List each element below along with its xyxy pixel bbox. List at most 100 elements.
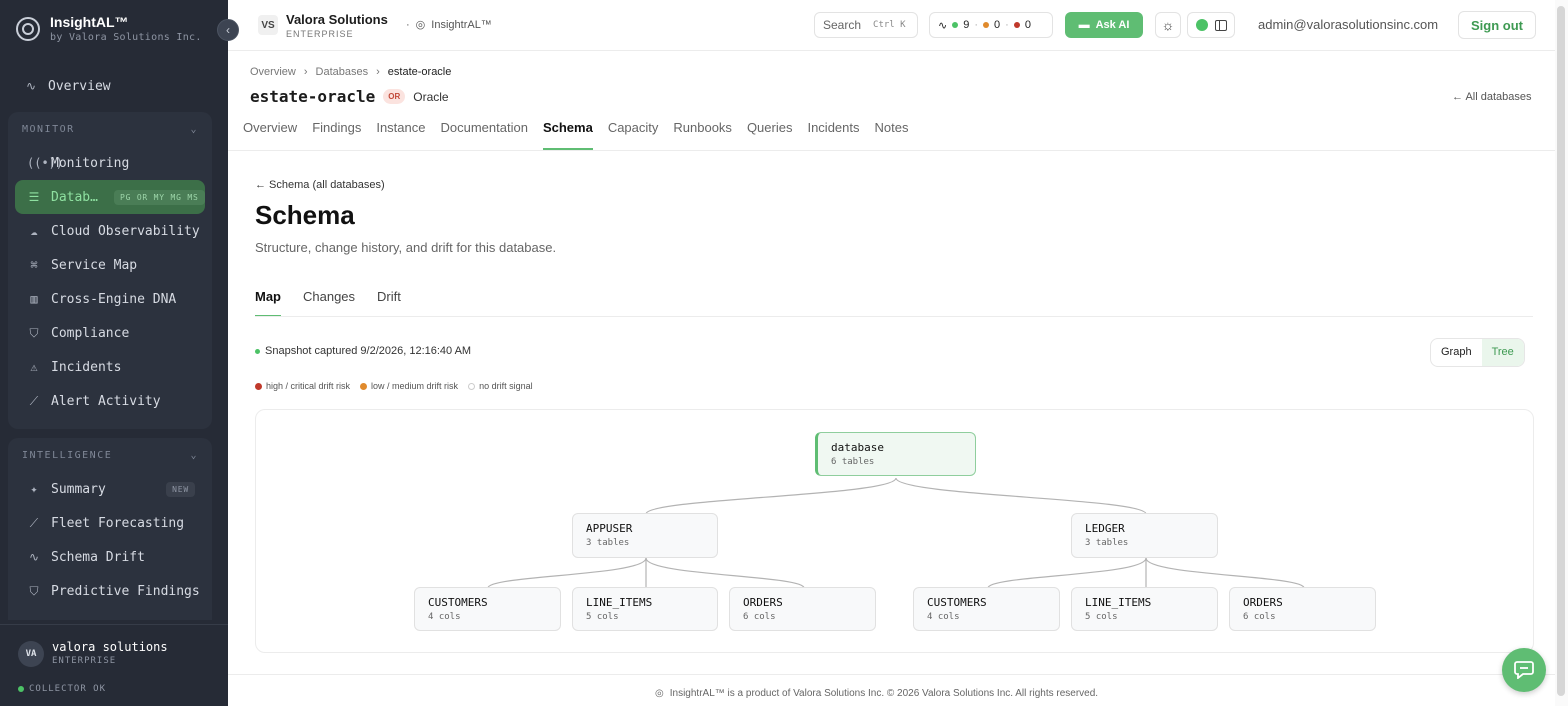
- all-databases-link[interactable]: ← All databases: [1452, 91, 1532, 103]
- tree-view-button[interactable]: Tree: [1481, 339, 1524, 366]
- node-name: CUSTOMERS: [927, 596, 987, 609]
- tab-schema[interactable]: Schema: [542, 113, 593, 150]
- pulse-icon: ∿: [28, 550, 40, 564]
- separator-dot: ·: [1005, 19, 1009, 31]
- graph-view-button[interactable]: Graph: [1431, 339, 1482, 366]
- node-name: LINE_ITEMS: [1085, 596, 1152, 609]
- breadcrumb-overview[interactable]: Overview: [250, 66, 296, 78]
- chevron-down-icon: ⌄: [190, 449, 198, 461]
- trend-icon: ⟋: [29, 515, 39, 530]
- brand-name: InsightAL™: [50, 14, 129, 30]
- tab-incidents[interactable]: Incidents: [807, 113, 859, 150]
- status-dot-icon: [18, 686, 24, 692]
- engine-badge: OR: [383, 89, 406, 104]
- logo-icon: [16, 16, 40, 41]
- avatar[interactable]: VA: [18, 641, 44, 667]
- collapse-sidebar-button[interactable]: ‹: [217, 19, 239, 41]
- sidebar-item-label: Compliance: [51, 325, 130, 341]
- footer-copyright: InsightrAL™ is a product of Valora Solut…: [669, 688, 1099, 699]
- breadcrumb-databases[interactable]: Databases: [316, 66, 369, 78]
- sidebar-item-compliance[interactable]: ⛉ Compliance: [15, 316, 205, 350]
- back-to-schema-link[interactable]: ← Schema (all databases): [255, 179, 385, 191]
- sidebar-footer: VA valora solutions ENTERPRISE COLLECTOR…: [0, 624, 228, 706]
- pulse-icon: ∿: [25, 79, 37, 93]
- chat-support-button[interactable]: [1502, 648, 1546, 692]
- tab-documentation[interactable]: Documentation: [440, 113, 527, 150]
- tree-node-root[interactable]: database 6 tables: [815, 432, 976, 476]
- shield-icon: ⛉: [29, 325, 39, 340]
- sidebar-item-cloud-observability[interactable]: ☁ Cloud Observability: [15, 214, 205, 248]
- monitor-group: MONITOR ⌄ ((•)) Monitoring ☰ Datab… PG O…: [8, 112, 212, 429]
- tree-node-table[interactable]: LINE_ITEMS 5 cols: [572, 587, 718, 631]
- tree-node-table[interactable]: LINE_ITEMS 5 cols: [1071, 587, 1218, 631]
- intelligence-group-header[interactable]: INTELLIGENCE ⌄: [8, 438, 212, 472]
- sidebar-item-predictive-findings[interactable]: ⛉ Predictive Findings: [15, 574, 205, 608]
- tree-node-table[interactable]: ORDERS 6 cols: [1229, 587, 1376, 631]
- sidebar-item-fleet-forecasting[interactable]: ⟋ Fleet Forecasting: [15, 506, 205, 540]
- scrollbar-thumb[interactable]: [1557, 6, 1565, 696]
- product-logo-icon: ◎: [415, 19, 426, 31]
- schema-tabs: Map Changes Drift: [255, 287, 401, 317]
- divider: [255, 316, 1533, 317]
- sidebar-item-label: Predictive Findings: [51, 583, 200, 599]
- tab-overview[interactable]: Overview: [243, 113, 297, 150]
- sidebar-item-databases[interactable]: ☰ Datab… PG OR MY MG MS: [15, 180, 205, 214]
- user-tier: ENTERPRISE: [52, 656, 117, 666]
- sidebar-item-schema-drift[interactable]: ∿ Schema Drift: [15, 540, 205, 574]
- tab-instance[interactable]: Instance: [376, 113, 425, 150]
- tab-findings[interactable]: Findings: [312, 113, 361, 150]
- tree-node-table[interactable]: ORDERS 6 cols: [729, 587, 876, 631]
- sidebar-item-alert-activity[interactable]: ⟋ Alert Activity: [15, 384, 205, 418]
- sidebar-item-label: Alert Activity: [51, 393, 161, 409]
- org-name[interactable]: Valora Solutions: [286, 12, 388, 27]
- status-summary[interactable]: ∿ 9 · 0 · 0: [929, 12, 1053, 38]
- search-button[interactable]: Search Ctrl K: [814, 12, 918, 38]
- tab-runbooks[interactable]: Runbooks: [673, 113, 732, 150]
- sidebar-item-service-map[interactable]: ⌘ Service Map: [15, 248, 205, 282]
- tab-map[interactable]: Map: [255, 287, 281, 317]
- sidebar-item-incidents[interactable]: ⚠ Incidents: [15, 350, 205, 384]
- drift-legend: high / critical drift risk low / medium …: [255, 381, 533, 391]
- database-name: estate-oracle: [250, 87, 376, 106]
- org-tier: ENTERPRISE: [286, 29, 354, 39]
- tab-changes[interactable]: Changes: [303, 287, 355, 317]
- collector-status: COLLECTOR OK: [18, 684, 106, 694]
- sidebar-item-monitoring[interactable]: ((•)) Monitoring: [15, 146, 205, 180]
- monitor-group-header[interactable]: MONITOR ⌄: [8, 112, 212, 146]
- database-title: estate-oracle OR Oracle: [250, 87, 449, 106]
- chat-icon: ▬: [1078, 19, 1090, 31]
- search-shortcut: Ctrl K: [873, 20, 906, 30]
- separator-dot: ·: [974, 19, 979, 31]
- search-label: Search: [823, 18, 862, 32]
- tab-capacity[interactable]: Capacity: [608, 113, 659, 150]
- sidebar-item-summary[interactable]: ✦ Summary NEW: [15, 472, 205, 506]
- separator-dot: ·: [406, 18, 410, 31]
- tab-drift[interactable]: Drift: [377, 287, 401, 317]
- tab-notes[interactable]: Notes: [875, 113, 909, 150]
- product-crumb[interactable]: · ◎ InsightrAL™: [406, 18, 492, 32]
- sidebar-item-label: Schema Drift: [51, 549, 145, 565]
- status-indicator-icon[interactable]: [1195, 19, 1208, 31]
- org-badge[interactable]: VS: [258, 15, 278, 35]
- theme-toggle-button[interactable]: ☼: [1155, 12, 1181, 38]
- ask-ai-button[interactable]: ▬ Ask AI: [1065, 12, 1143, 38]
- chevron-down-icon: ⌄: [190, 123, 198, 135]
- tree-node-schema[interactable]: APPUSER 3 tables: [572, 513, 718, 558]
- ask-ai-label: Ask AI: [1095, 19, 1130, 31]
- connector-ledger-customers: [987, 557, 1147, 589]
- status-red-count: 0: [1024, 19, 1031, 31]
- sidebar-item-overview[interactable]: ∿ Overview: [16, 72, 206, 100]
- line-chart-icon: ⟋: [29, 393, 39, 408]
- tab-queries[interactable]: Queries: [747, 113, 793, 150]
- tree-node-table[interactable]: CUSTOMERS 4 cols: [414, 587, 561, 631]
- brand-subtitle: by Valora Solutions Inc.: [50, 32, 202, 43]
- sidebar-item-cross-engine-dna[interactable]: ▥ Cross-Engine DNA: [15, 282, 205, 316]
- node-name: ORDERS: [743, 596, 783, 609]
- sign-out-button[interactable]: Sign out: [1458, 11, 1536, 39]
- panel-toggle-icon[interactable]: [1214, 19, 1227, 31]
- brand[interactable]: InsightAL™ by Valora Solutions Inc.: [16, 14, 202, 43]
- node-name: LEDGER: [1085, 522, 1125, 535]
- tree-node-table[interactable]: CUSTOMERS 4 cols: [913, 587, 1060, 631]
- tree-node-schema[interactable]: LEDGER 3 tables: [1071, 513, 1218, 558]
- sidebar: InsightAL™ by Valora Solutions Inc. ∿ Ov…: [0, 0, 228, 706]
